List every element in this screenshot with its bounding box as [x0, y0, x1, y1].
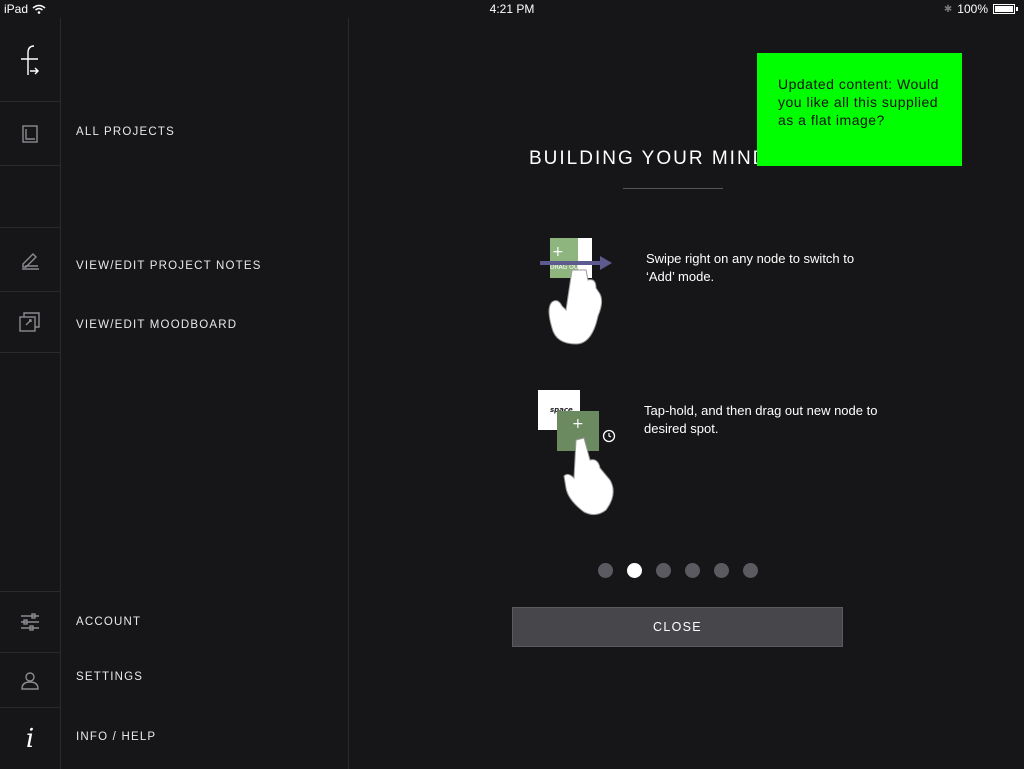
page-dot[interactable]	[685, 563, 700, 578]
rail-account[interactable]	[0, 591, 60, 653]
rail-projects[interactable]	[0, 102, 60, 166]
menu-info-help[interactable]: INFO / HELP	[76, 731, 156, 743]
page-dot[interactable]	[656, 563, 671, 578]
swipe-gesture-illustration: + DRAG OUT	[540, 238, 612, 345]
status-time: 4:21 PM	[489, 2, 535, 16]
status-right: ✱ 100%	[944, 2, 1018, 16]
rail-logo[interactable]	[0, 18, 60, 102]
rail-info[interactable]: i	[0, 708, 60, 769]
rail-empty	[0, 166, 60, 228]
moodboard-icon	[19, 312, 40, 332]
page-dot[interactable]	[743, 563, 758, 578]
hand	[548, 269, 603, 345]
plus-glyph: +	[572, 416, 584, 432]
page-dot[interactable]	[714, 563, 729, 578]
menu-settings[interactable]: SETTINGS	[76, 671, 143, 683]
side-menu: ALL PROJECTS VIEW/EDIT PROJECT NOTES VIE…	[61, 18, 349, 769]
icon-rail: i	[0, 18, 61, 769]
step2-text: Tap-hold, and then drag out new node to …	[644, 403, 878, 436]
projects-icon	[22, 124, 38, 143]
info-icon: i	[25, 723, 35, 754]
battery-tip	[1016, 7, 1018, 11]
status-bar: iPad 4:21 PM ✱ 100%	[0, 0, 1024, 18]
bluetooth-icon: ✱	[943, 3, 953, 15]
logo-icon	[21, 44, 39, 75]
battery-icon	[993, 4, 1015, 14]
menu-all-projects[interactable]: ALL PROJECTS	[76, 126, 175, 138]
menu-project-notes[interactable]: VIEW/EDIT PROJECT NOTES	[76, 260, 262, 272]
notes-icon	[22, 252, 39, 270]
annotation-note: Updated content: Would you like all this…	[757, 53, 962, 166]
page-dot[interactable]	[598, 563, 613, 578]
page-indicator	[598, 563, 758, 578]
battery-percent: 100%	[957, 2, 988, 16]
title-divider	[623, 188, 723, 189]
rail-settings[interactable]	[0, 653, 60, 708]
tap-hold-illustration: space +	[538, 390, 616, 516]
close-button[interactable]: CLOSE	[512, 607, 843, 647]
menu-moodboard[interactable]: VIEW/EDIT MOODBOARD	[76, 319, 237, 331]
plus-glyph: +	[552, 244, 564, 260]
step1-text: Swipe right on any node to switch to ‘Ad…	[646, 251, 855, 284]
user-icon	[21, 672, 39, 690]
account-icon	[21, 613, 39, 631]
rail-notes[interactable]	[0, 228, 60, 292]
menu-account[interactable]: ACCOUNT	[76, 616, 141, 628]
help-panel: BUILDING YOUR MIND MAP + DRAG OUT Swipe …	[349, 18, 1024, 769]
page-dot-active[interactable]	[627, 563, 642, 578]
rail-moodboard[interactable]	[0, 292, 60, 353]
